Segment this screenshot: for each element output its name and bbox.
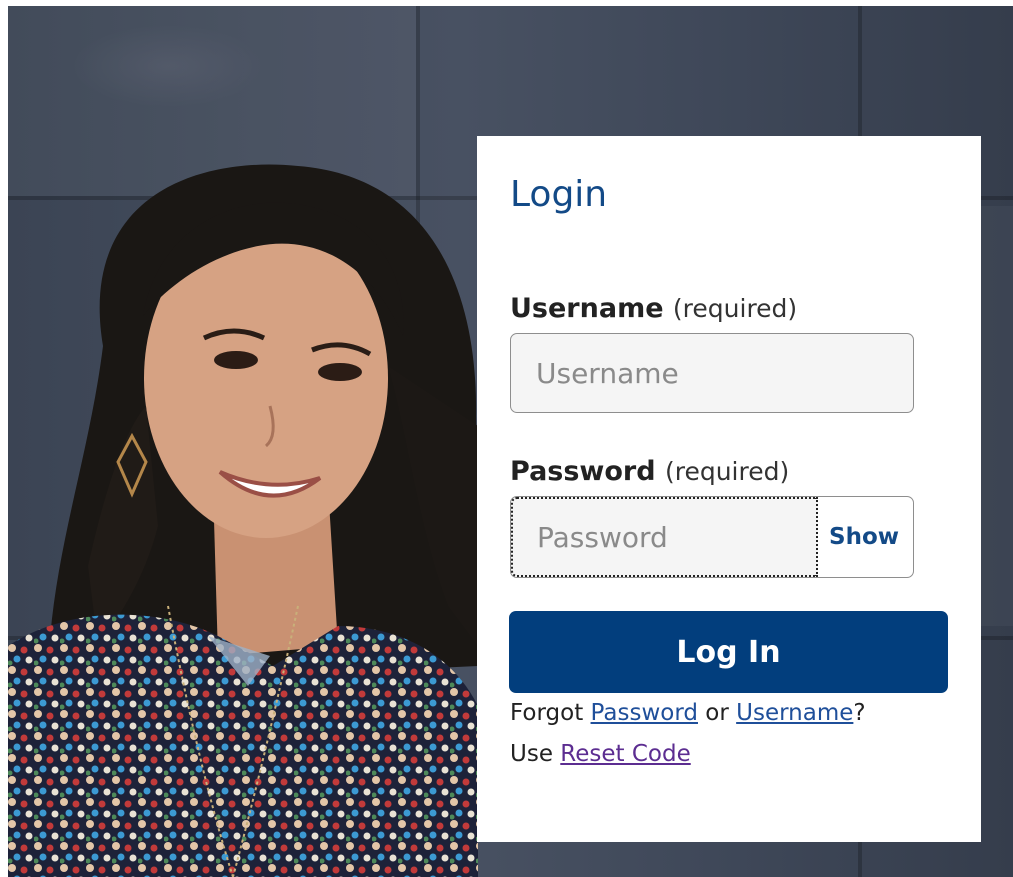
username-label: Username (required) [510,293,797,324]
password-field-group: Show [510,496,914,578]
show-password-button[interactable]: Show [823,497,903,577]
forgot-credentials-line: Forgot Password or Username? [510,700,866,726]
reset-code-line: Use Reset Code [510,741,691,767]
password-label-text: Password [510,456,656,487]
username-input[interactable] [510,333,914,413]
forgot-username-link[interactable]: Username [736,700,853,726]
username-label-text: Username [510,293,664,324]
forgot-or-text: or [705,700,729,726]
forgot-prefix: Forgot [510,700,584,726]
forgot-password-link[interactable]: Password [591,700,698,726]
login-title: Login [510,174,608,215]
login-card: Login Username (required) Password (requ… [477,136,981,842]
password-label: Password (required) [510,456,789,487]
forgot-suffix: ? [853,700,866,726]
username-required-hint: (required) [672,294,798,323]
password-required-hint: (required) [664,457,790,486]
password-input[interactable] [511,497,818,577]
log-in-button[interactable]: Log In [509,611,948,693]
reset-code-link[interactable]: Reset Code [560,741,690,767]
reset-prefix: Use [510,741,553,767]
